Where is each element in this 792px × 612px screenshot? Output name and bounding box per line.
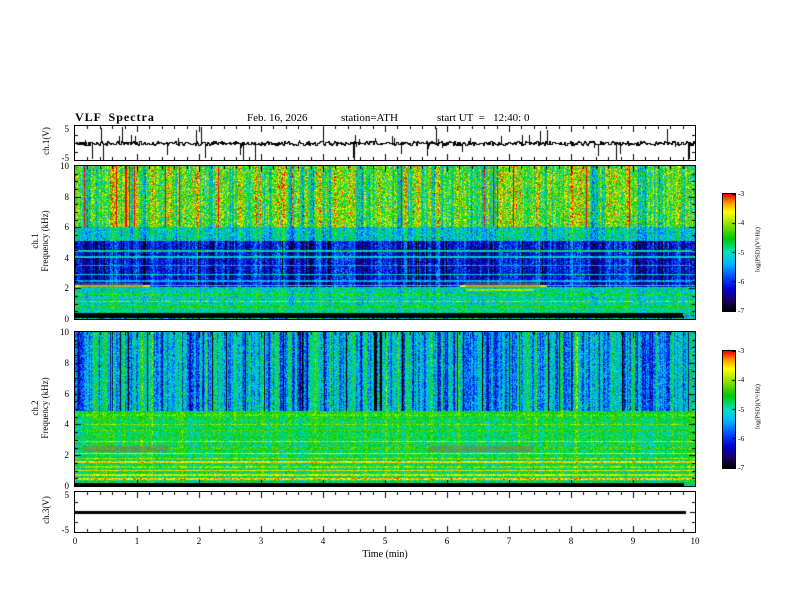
colorbar-ch2-tick-label: -7	[738, 463, 745, 472]
colorbar-ch1-tick-label: -6	[738, 276, 745, 286]
ch1-freq-tick-label: 6	[64, 222, 70, 233]
ch2-frequency-axis-label-line1: ch.2	[30, 400, 40, 416]
ch2-frequency-axis-label-line2: Frequency (kHz)	[40, 377, 50, 439]
plot-station: station=ATH	[341, 112, 398, 124]
ch2-spectrogram-canvas	[75, 332, 695, 486]
colorbar-ch2-tick-label: -3	[738, 346, 745, 355]
ch1-frequency-axis-label-line2: Frequency (kHz)	[40, 210, 50, 272]
colorbar-ch1	[722, 193, 736, 312]
colorbar-ch1-tick-label: -7	[738, 306, 745, 315]
time-tick-label: 10	[690, 536, 700, 546]
colorbar-ch2-tick-label: -6	[738, 433, 745, 443]
ch1-freq-tick-label: 2	[64, 283, 70, 294]
colorbar-ch1-tick-label: -3	[738, 189, 745, 198]
ch1-waveform-panel	[74, 125, 696, 161]
time-tick-label: 5	[382, 536, 388, 546]
colorbar-ch2-tick-label: -5	[738, 404, 745, 414]
ch1-volt-tick-label: 5	[64, 124, 70, 134]
ch1-waveform-canvas	[75, 126, 695, 160]
colorbar-ch2-gradient	[723, 351, 735, 468]
ch2-freq-tick-label: 2	[64, 450, 70, 461]
plot-date: Feb. 16, 2026	[247, 112, 308, 124]
plot-start-ut: start UT = 12:40: 0	[437, 112, 530, 124]
ch1-frequency-axis-label-line1: ch.1	[30, 233, 40, 249]
colorbar-ch1-tick-label: -4	[738, 218, 745, 228]
colorbar-ch1-tick-label: -5	[738, 247, 745, 257]
ch1-volt-tick-label: -5	[61, 153, 70, 163]
ch3-waveform-canvas	[75, 492, 695, 532]
ch3-volt-tick-label: 5	[64, 490, 70, 500]
time-tick-label: 9	[630, 536, 636, 546]
plot-title: VLF Spectra	[75, 110, 155, 124]
ch1-spectrogram-panel	[74, 165, 696, 320]
ch3-waveform-panel	[74, 491, 696, 533]
ch2-freq-tick-label: 4	[64, 419, 70, 430]
time-tick-label: 0	[72, 536, 78, 546]
colorbar-ch2	[722, 350, 736, 469]
ch2-frequency-axis-label: ch.2 Frequency (kHz)	[30, 323, 50, 493]
ch1-freq-tick-label: 8	[64, 191, 70, 202]
time-tick-label: 6	[444, 536, 450, 546]
time-tick-label: 1	[134, 536, 140, 546]
colorbar-ch1-gradient	[723, 194, 735, 311]
ch2-spectrogram-panel	[74, 331, 696, 487]
time-tick-label: 8	[568, 536, 574, 546]
ch1-spectrogram-canvas	[75, 166, 695, 319]
ch1-frequency-axis-label: ch.1 Frequency (kHz)	[30, 156, 50, 326]
time-tick-label: 7	[506, 536, 512, 546]
vlf-spectra-figure: VLF Spectra Feb. 16, 2026 station=ATH st…	[0, 0, 792, 612]
ch3-volt-tick-label: -5	[61, 525, 70, 535]
ch1-freq-tick-label: 0	[64, 314, 70, 324]
time-tick-label: 3	[258, 536, 264, 546]
time-tick-label: 2	[196, 536, 202, 546]
colorbar-ch2-tick-label: -4	[738, 375, 745, 385]
time-tick-label: 4	[320, 536, 326, 546]
ch2-freq-tick-label: 6	[64, 388, 70, 399]
time-axis-label: Time (min)	[362, 549, 408, 560]
ch2-freq-tick-label: 10	[60, 327, 69, 337]
ch2-freq-tick-label: 8	[64, 357, 70, 368]
ch1-freq-tick-label: 4	[64, 252, 70, 263]
